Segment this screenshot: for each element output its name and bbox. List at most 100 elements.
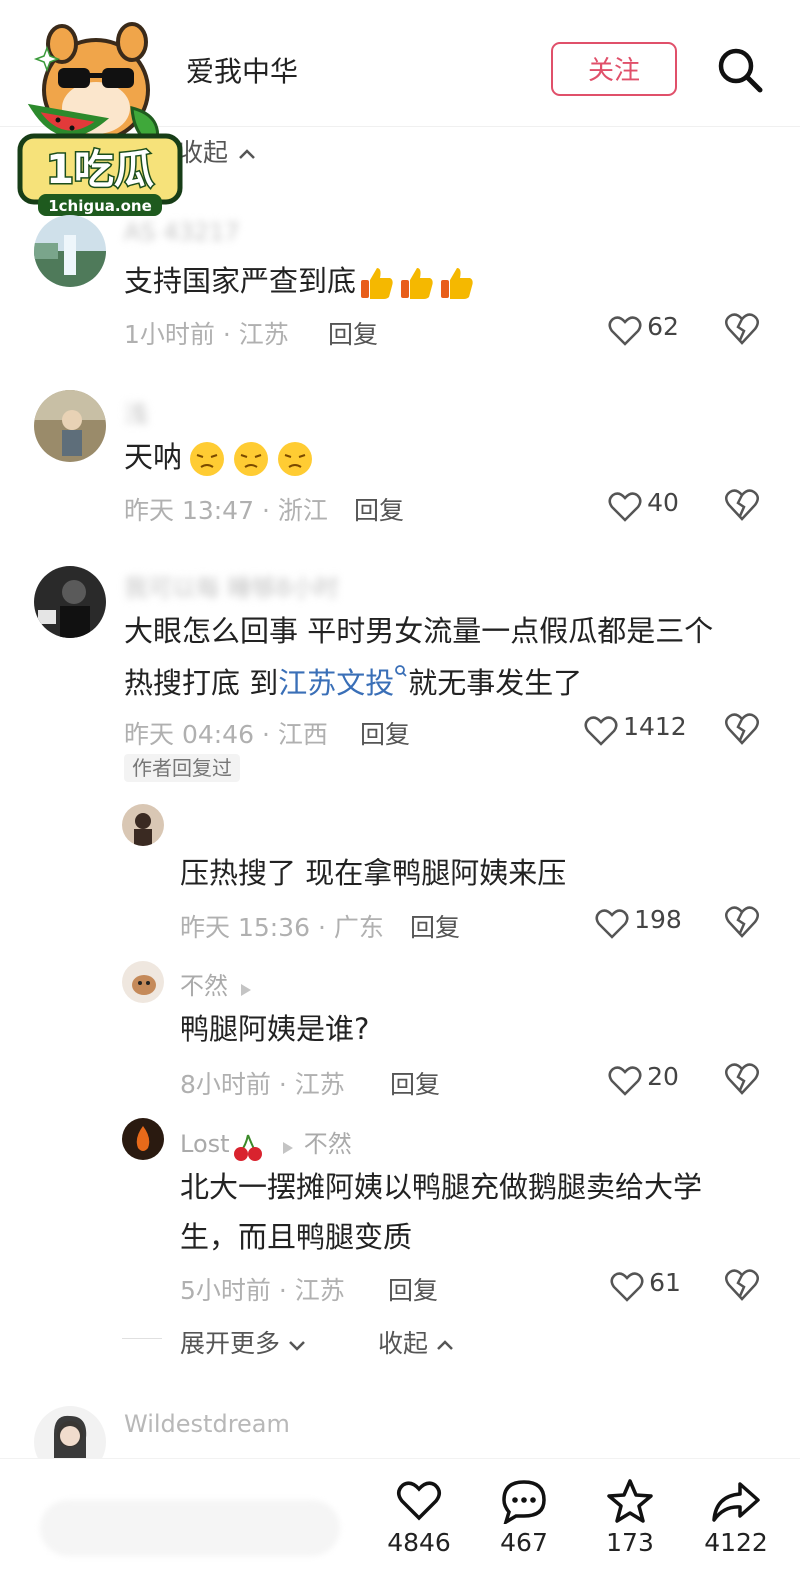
annoyed-face-emoji-icon bbox=[278, 442, 313, 476]
comment-meta: 昨天 04:46 · 江西 bbox=[124, 720, 328, 749]
comment-text-fragment: 就无事发生了 bbox=[408, 666, 583, 700]
comment-username[interactable]: Wildestdream bbox=[124, 1410, 290, 1438]
like-count: 198 bbox=[634, 905, 682, 934]
svg-text:1chigua.one: 1chigua.one bbox=[48, 197, 152, 215]
reply-username[interactable]: Lost bbox=[180, 1130, 230, 1158]
comment-text-body: 天呐 bbox=[124, 440, 183, 474]
search-mini-icon bbox=[395, 665, 407, 677]
reply-button[interactable]: 回复 bbox=[328, 315, 378, 351]
dislike-broken-heart-icon[interactable] bbox=[724, 712, 760, 746]
portrait-avatar-image bbox=[122, 804, 164, 846]
comment-username[interactable]: AS 43217 bbox=[124, 218, 240, 246]
comment-meta: 昨天 13:47 · 浙江 bbox=[124, 496, 328, 525]
avatar[interactable] bbox=[122, 961, 164, 1003]
heart-outline-icon bbox=[608, 1065, 642, 1096]
collapse-label: 收起 bbox=[178, 138, 229, 167]
thumbs-up-emoji-icon bbox=[361, 268, 393, 299]
reply-button[interactable]: 回复 bbox=[390, 1065, 440, 1101]
annoyed-face-emoji-icon bbox=[234, 442, 269, 476]
avatar[interactable] bbox=[34, 390, 106, 462]
reply-text: 压热搜了 现在拿鸭腿阿姨来压 bbox=[180, 856, 567, 890]
star-favorite-icon[interactable] bbox=[606, 1478, 654, 1524]
like-count: 4846 bbox=[387, 1528, 451, 1557]
svg-text:1吃瓜: 1吃瓜 bbox=[46, 147, 154, 193]
thumbs-up-emoji-icon bbox=[401, 268, 433, 299]
chevron-down-icon bbox=[289, 1341, 305, 1351]
dislike-broken-heart-icon[interactable] bbox=[724, 488, 760, 522]
avatar[interactable] bbox=[122, 1118, 164, 1160]
page-title: 爱我中华 bbox=[186, 55, 299, 88]
heart-outline-icon bbox=[595, 908, 629, 939]
heart-outline-icon bbox=[608, 491, 642, 522]
comment-text: 支持国家严查到底 bbox=[124, 254, 476, 308]
search-icon[interactable] bbox=[716, 46, 764, 94]
brand-logo: 1吃瓜 1chigua.one bbox=[17, 22, 183, 216]
like-button[interactable]: 61 bbox=[610, 1268, 681, 1303]
heart-outline-icon bbox=[608, 315, 642, 346]
avatar[interactable] bbox=[122, 804, 164, 846]
collapse-button[interactable]: 收起 bbox=[378, 1324, 454, 1360]
like-count: 1412 bbox=[623, 712, 687, 741]
reply-meta: 5小时前 · 江苏 bbox=[180, 1276, 345, 1305]
fire-avatar-image bbox=[122, 1118, 164, 1160]
reply-button[interactable]: 回复 bbox=[410, 908, 460, 944]
comment-text-body: 支持国家严查到底 bbox=[124, 264, 357, 298]
comment-input-field[interactable] bbox=[40, 1500, 340, 1556]
reply-username-row: Lost 不然 bbox=[180, 1124, 352, 1163]
like-count: 40 bbox=[647, 488, 679, 517]
cat-avatar-image bbox=[122, 961, 164, 1003]
share-arrow-icon[interactable] bbox=[710, 1480, 762, 1524]
like-button[interactable]: 20 bbox=[608, 1062, 679, 1097]
reply-text: 鸭腿阿姨是谁? bbox=[180, 1012, 370, 1046]
reply-target-username[interactable]: 不然 bbox=[304, 1130, 352, 1158]
comment-username[interactable]: 我可以每 睡够8小时 bbox=[124, 568, 339, 603]
reply-button[interactable]: 回复 bbox=[388, 1271, 438, 1307]
collapse-link-top[interactable]: 收起 bbox=[178, 133, 256, 169]
like-count: 20 bbox=[647, 1062, 679, 1091]
comment-text: 天呐 bbox=[124, 430, 314, 484]
comment-meta: 1小时前 · 江苏 bbox=[124, 320, 289, 349]
like-count: 61 bbox=[649, 1268, 681, 1297]
reply-button[interactable]: 回复 bbox=[360, 715, 410, 751]
chevron-up-icon bbox=[437, 1340, 453, 1350]
reply-text-line: 生，而且鸭腿变质 bbox=[180, 1220, 413, 1254]
collapse-label: 收起 bbox=[378, 1329, 429, 1358]
follow-button[interactable]: 关注 bbox=[551, 42, 677, 96]
play-triangle-icon bbox=[241, 983, 252, 996]
reply-meta: 8小时前 · 江苏 bbox=[180, 1070, 345, 1099]
dislike-broken-heart-icon[interactable] bbox=[724, 905, 760, 939]
reply-username[interactable]: 不然 bbox=[180, 972, 228, 1000]
comment-username[interactable]: 浅 bbox=[124, 394, 148, 429]
portrait-avatar-image bbox=[34, 390, 106, 462]
cherry-emoji-icon bbox=[233, 1134, 262, 1161]
author-replied-badge: 作者回复过 bbox=[124, 754, 240, 782]
dislike-broken-heart-icon[interactable] bbox=[724, 1268, 760, 1302]
dark-portrait-avatar-image bbox=[34, 566, 106, 638]
play-triangle-icon bbox=[282, 1141, 293, 1154]
avatar[interactable] bbox=[34, 215, 106, 287]
heart-outline-icon bbox=[610, 1271, 644, 1302]
like-button[interactable]: 1412 bbox=[584, 712, 687, 747]
like-button[interactable]: 198 bbox=[595, 905, 682, 940]
search-link[interactable]: 江苏文投 bbox=[278, 665, 408, 700]
landscape-avatar-image bbox=[34, 215, 106, 287]
comment-text-fragment: 热搜打底 到 bbox=[124, 666, 279, 700]
search-link-label: 江苏文投 bbox=[278, 666, 395, 700]
expand-more-button[interactable]: 展开更多 bbox=[180, 1324, 306, 1360]
annoyed-face-emoji-icon bbox=[190, 442, 225, 476]
heart-outline-icon bbox=[584, 715, 618, 746]
divider-line bbox=[122, 1338, 162, 1339]
chevron-up-icon bbox=[239, 149, 255, 159]
comment-text-line: 大眼怎么回事 平时男女流量一点假瓜都是三个 bbox=[124, 614, 714, 648]
reply-button[interactable]: 回复 bbox=[354, 491, 404, 527]
like-button[interactable]: 62 bbox=[608, 312, 679, 347]
avatar[interactable] bbox=[34, 566, 106, 638]
dislike-broken-heart-icon[interactable] bbox=[724, 312, 760, 346]
comment-bubble-icon[interactable] bbox=[500, 1478, 548, 1524]
expand-more-label: 展开更多 bbox=[180, 1329, 281, 1358]
dislike-broken-heart-icon[interactable] bbox=[724, 1062, 760, 1096]
like-heart-icon[interactable] bbox=[396, 1480, 442, 1522]
reply-username-row: 不然 bbox=[180, 966, 253, 1001]
reply-text-line: 北大一摆摊阿姨以鸭腿充做鹅腿卖给大学 bbox=[180, 1170, 703, 1204]
like-button[interactable]: 40 bbox=[608, 488, 679, 523]
